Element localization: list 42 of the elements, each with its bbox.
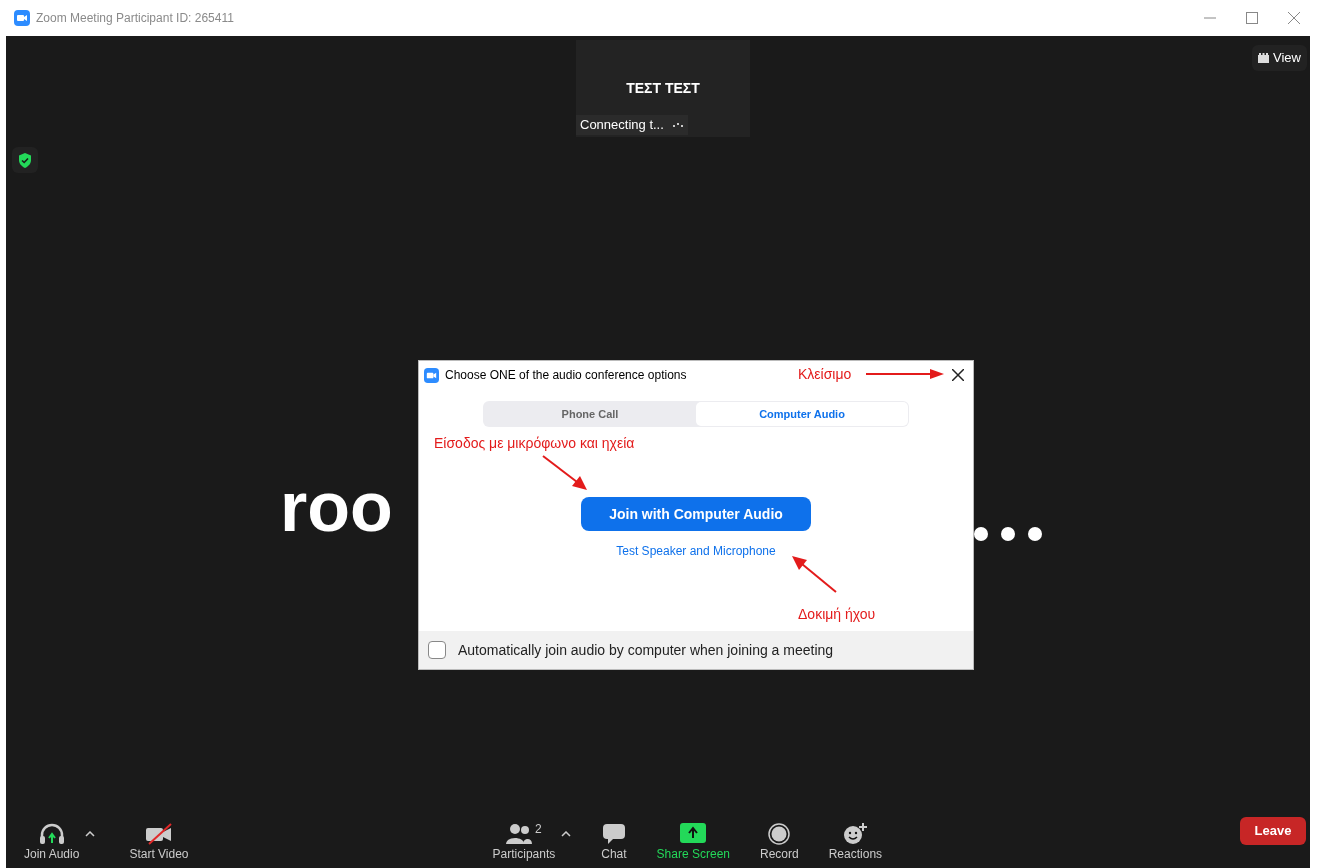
caret-icon[interactable]	[561, 831, 572, 837]
share-screen-icon	[680, 823, 707, 843]
meeting-status-text: roo	[280, 472, 393, 542]
toolbar-button[interactable]: Join Audio	[24, 823, 80, 860]
encryption-shield-icon[interactable]	[12, 147, 38, 173]
annotation-arrow	[792, 556, 838, 594]
smiley-plus-icon	[843, 823, 868, 845]
annotation-arrow	[541, 454, 587, 490]
caret-icon[interactable]	[85, 831, 96, 837]
toolbar-button[interactable]: Start Video	[129, 823, 189, 860]
connection-status: Connecting t...	[580, 116, 664, 135]
window-title: Zoom Meeting Participant ID: 265411	[36, 10, 234, 27]
participant-name: ΤΕΣΤ ΤΕΣΤ	[626, 79, 700, 98]
audio-tab[interactable]: Computer Audio	[696, 402, 908, 426]
camera-logo-icon	[424, 367, 439, 383]
speech-bubble-icon	[601, 823, 626, 845]
toolbar-button[interactable]: Chat	[601, 823, 627, 860]
dialog-title: Choose ONE of the audio conference options	[445, 367, 687, 384]
annotation-text: Δοκιμή ήχου	[798, 605, 876, 624]
dots-icon	[671, 122, 684, 128]
join-audio-button[interactable]: Join with Computer Audio	[581, 497, 811, 531]
audio-tab[interactable]: Phone Call	[484, 402, 696, 426]
annotation-text: Είσοδος με μικρόφωνο και ηχεία	[434, 434, 635, 453]
toolbar-button[interactable]: Share Screen	[656, 823, 730, 860]
toolbar-button[interactable]: 2 Participants	[492, 823, 556, 860]
video-off-icon	[144, 823, 173, 845]
auto-join-label: Automatically join audio by computer when joining a meeting	[458, 640, 834, 660]
annotation-text: Κλείσιμο	[798, 365, 852, 384]
maximize-icon[interactable]	[1246, 12, 1258, 24]
grid-icon	[1258, 53, 1269, 63]
participant-count: 2	[535, 823, 542, 835]
leave-button[interactable]: Leave	[1240, 817, 1306, 845]
camera-logo-icon	[14, 10, 30, 26]
record-icon	[768, 823, 791, 845]
close-icon[interactable]	[952, 369, 964, 381]
test-audio-link[interactable]: Test Speaker and Microphone	[616, 542, 776, 560]
view-button[interactable]: View	[1252, 45, 1307, 71]
people-icon	[506, 823, 533, 845]
toolbar-button[interactable]: Record	[760, 823, 799, 860]
auto-join-checkbox[interactable]	[428, 641, 446, 659]
toolbar-button[interactable]: Reactions	[828, 823, 883, 860]
headphones-icon	[38, 823, 65, 845]
